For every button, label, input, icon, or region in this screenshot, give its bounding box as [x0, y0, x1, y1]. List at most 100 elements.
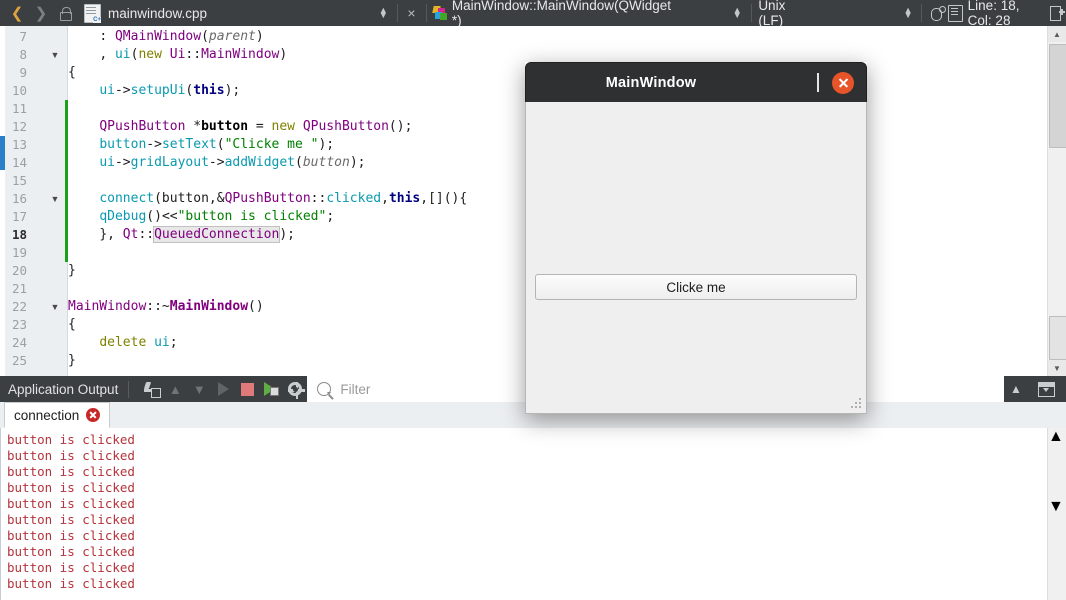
line-number: 13: [11, 137, 27, 152]
line-number: 19: [11, 245, 27, 260]
chevron-up-icon: ▲: [1010, 382, 1022, 396]
output-line: button is clicked: [7, 512, 135, 527]
line-number-gutter[interactable]: 7 8 ▼ 9 10 11 12 13 14 15 16 ▼ 17 18 19 20 21 22 ▼ 23 24 25: [5, 26, 68, 376]
maximize-pane-icon: [1037, 381, 1055, 397]
split-editor-icon[interactable]: [1049, 2, 1066, 24]
line-number: 8: [19, 47, 27, 62]
scroll-down-arrow-icon[interactable]: ▼: [1048, 498, 1066, 516]
dialog-title-bar[interactable]: MainWindow: [525, 62, 867, 102]
search-icon-dropdown: [327, 392, 332, 395]
main-window-dialog[interactable]: MainWindow Clicke me: [525, 62, 867, 414]
symbol-dropdown-icon[interactable]: ▲ ▼: [731, 6, 744, 20]
qt-creator-window: ❮ ❯ mainwindow.cpp ▲▼ × MainWindow::Main…: [0, 0, 1066, 600]
output-tab-label: connection: [14, 407, 80, 423]
maximize-button[interactable]: [817, 72, 819, 92]
line-number: 23: [11, 317, 27, 332]
forward-icon[interactable]: ❯: [30, 2, 52, 24]
chevron-up-icon: ▲: [168, 381, 182, 397]
dialog-body: Clicke me: [525, 102, 867, 414]
output-pane-title: Application Output: [8, 381, 119, 397]
play-icon: [217, 382, 229, 396]
divider: [425, 4, 427, 22]
output-vertical-scrollbar[interactable]: ▲ ▼: [1047, 428, 1066, 600]
rerun-button[interactable]: [259, 378, 283, 400]
editor-toolbar: ❮ ❯ mainwindow.cpp ▲▼ × MainWindow::Main…: [0, 0, 1066, 28]
line-number: 25: [11, 353, 27, 368]
back-icon[interactable]: ❮: [6, 2, 28, 24]
line-number: 10: [11, 83, 27, 98]
output-line: button is clicked: [7, 448, 135, 463]
divider: [128, 380, 130, 398]
output-line: button is clicked: [7, 432, 135, 447]
line-number: 11: [11, 101, 27, 116]
scrollbar-thumb-secondary[interactable]: [1049, 316, 1066, 360]
mouse-cursor-icon[interactable]: [929, 2, 946, 24]
divider: [750, 4, 752, 22]
qt-creator-icon: [432, 5, 448, 21]
cpp-file-icon: [84, 3, 101, 23]
line-number: 14: [11, 155, 27, 170]
encoding-label[interactable]: Unix (LF): [758, 0, 802, 28]
scrollbar-thumb[interactable]: [1049, 44, 1066, 148]
file-dropdown-icon[interactable]: ▲ ▼: [377, 6, 390, 20]
open-file-name: mainwindow.cpp: [108, 5, 208, 21]
line-number: 24: [11, 335, 27, 350]
fold-marker-icon[interactable]: ▼: [49, 46, 61, 64]
line-number: 7: [19, 29, 27, 44]
fold-marker-icon[interactable]: ▼: [49, 190, 61, 208]
scrollbar-thumb[interactable]: [1048, 446, 1066, 498]
divider: [921, 4, 923, 22]
line-number: 9: [19, 65, 27, 80]
fold-marker-icon[interactable]: ▼: [49, 298, 61, 316]
dialog-window-controls: [804, 71, 866, 94]
maximize-icon: [817, 72, 819, 92]
settings-button[interactable]: [283, 378, 307, 400]
open-file-selector[interactable]: mainwindow.cpp: [78, 3, 208, 23]
output-line: button is clicked: [7, 544, 135, 559]
line-number: 20: [11, 263, 27, 278]
output-tab-connection[interactable]: connection: [4, 402, 111, 428]
line-col-indicator[interactable]: Line: 18, Col: 28: [964, 0, 1049, 28]
previous-item-button[interactable]: ▲: [163, 378, 187, 400]
close-circle-icon[interactable]: [86, 408, 101, 422]
next-item-button[interactable]: ▼: [187, 378, 211, 400]
stop-button[interactable]: [235, 378, 259, 400]
document-lines-icon[interactable]: [946, 2, 963, 24]
encoding-dropdown-icon[interactable]: ▲ ▼: [902, 6, 915, 20]
navigation-group: ❮ ❯: [0, 2, 78, 24]
output-line: button is clicked: [7, 464, 135, 479]
unlocked-padlock-icon[interactable]: [54, 2, 76, 24]
line-number: 22: [11, 299, 27, 314]
line-number: 18: [11, 227, 27, 242]
close-file-icon[interactable]: ×: [404, 5, 418, 21]
output-line: button is clicked: [7, 528, 135, 543]
line-number: 21: [11, 281, 27, 296]
scroll-up-arrow-icon[interactable]: ▲: [1048, 26, 1066, 42]
code-line[interactable]: : QMainWindow(parent): [68, 28, 1048, 46]
output-line: button is clicked: [7, 576, 135, 591]
output-line: button is clicked: [7, 480, 135, 495]
scroll-up-arrow-icon[interactable]: ▲: [1048, 428, 1066, 446]
collapse-pane-button[interactable]: ▲: [1004, 378, 1028, 400]
line-number: 16: [11, 191, 27, 206]
output-line: button is clicked: [7, 560, 135, 575]
chevron-down-icon: ▼: [192, 381, 206, 397]
line-number: 17: [11, 209, 27, 224]
rerun-play-icon: [263, 382, 279, 396]
clear-output-button[interactable]: [139, 378, 163, 400]
resize-grip-icon[interactable]: [851, 398, 863, 410]
editor-vertical-scrollbar[interactable]: ▲ ▼: [1047, 26, 1066, 376]
maximize-pane-button[interactable]: [1034, 378, 1058, 400]
scroll-down-arrow-icon[interactable]: ▼: [1048, 360, 1066, 376]
clicke-me-button[interactable]: Clicke me: [535, 274, 857, 300]
output-line: button is clicked: [7, 496, 135, 511]
run-button[interactable]: [211, 378, 235, 400]
line-number: 12: [11, 119, 27, 134]
stop-square-icon: [240, 382, 254, 396]
symbol-selector-label[interactable]: MainWindow::MainWindow(QWidget *): [452, 0, 671, 28]
output-text-area[interactable]: button is clicked button is clicked button…: [0, 428, 1048, 600]
divider: [396, 4, 398, 22]
gear-icon: [287, 381, 305, 399]
close-button[interactable]: [832, 71, 854, 94]
line-number: 15: [11, 173, 27, 188]
